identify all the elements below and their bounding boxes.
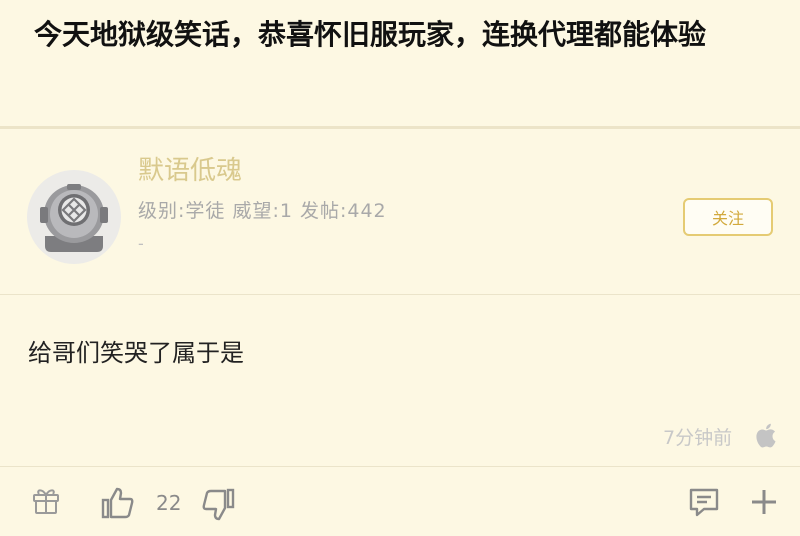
apple-icon	[756, 423, 776, 448]
post-title: 今天地狱级笑话，恭喜怀旧服玩家，连换代理都能体验	[34, 18, 707, 51]
comment-icon[interactable]	[687, 486, 721, 518]
author-extra: -	[138, 234, 144, 253]
gift-icon[interactable]	[30, 484, 62, 516]
author-meta: 级别:学徒 威望:1 发帖:442	[138, 200, 387, 222]
author-divider	[0, 294, 800, 295]
author-card: 默语低魂 级别:学徒 威望:1 发帖:442 - 关注	[0, 130, 800, 295]
avatar[interactable]	[27, 170, 121, 264]
diver-helmet-icon	[40, 184, 108, 252]
reply-time: 7分钟前	[663, 427, 733, 449]
thumbs-up-icon[interactable]	[100, 485, 136, 521]
actions-divider	[0, 466, 800, 467]
header-divider	[0, 126, 800, 129]
like-count: 22	[156, 491, 182, 515]
plus-icon[interactable]	[749, 487, 779, 517]
thumbs-down-icon[interactable]	[200, 487, 236, 523]
author-username[interactable]: 默语低魂	[138, 150, 242, 187]
follow-button[interactable]: 关注	[683, 198, 773, 236]
reply-content: 给哥们笑哭了属于是	[28, 339, 244, 367]
